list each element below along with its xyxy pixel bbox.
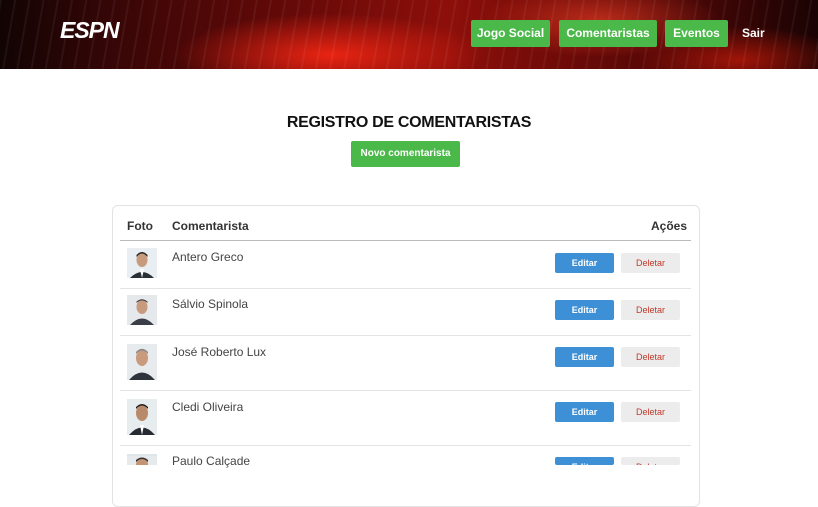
list-item-name: Antero Greco: [172, 250, 244, 264]
avatar: [127, 295, 157, 325]
edit-button[interactable]: Editar: [555, 300, 614, 320]
column-header-actions: Ações: [651, 219, 688, 233]
avatar: [127, 344, 157, 380]
nav-jogo-social[interactable]: Jogo Social: [471, 20, 550, 47]
edit-button[interactable]: Editar: [555, 457, 614, 465]
svg-text:ESPN: ESPN: [60, 18, 120, 42]
list-item-name: Paulo Calçade: [172, 454, 251, 468]
edit-button[interactable]: Editar: [555, 402, 614, 422]
nav-comentaristas[interactable]: Comentaristas: [559, 20, 657, 47]
list-item-name: Cledi Oliveira: [172, 400, 244, 414]
delete-button[interactable]: Deletar: [621, 253, 680, 273]
row-divider: [120, 390, 691, 391]
delete-button[interactable]: Deletar: [621, 300, 680, 320]
new-commentator-button[interactable]: Novo comentarista: [351, 141, 460, 167]
page-title: REGISTRO DE COMENTARISTAS: [286, 114, 532, 131]
nav-eventos[interactable]: Eventos: [665, 20, 728, 47]
list-item-name: Sálvio Spinola: [172, 297, 249, 311]
delete-button[interactable]: Deletar: [621, 402, 680, 422]
edit-button[interactable]: Editar: [555, 253, 614, 273]
header-divider: [120, 240, 691, 241]
header-banner: ESPN Jogo Social Comentaristas Eventos S…: [0, 0, 818, 69]
avatar: [127, 454, 157, 465]
avatar: [127, 399, 157, 435]
delete-button[interactable]: Deletar: [621, 347, 680, 367]
row-divider: [120, 288, 691, 289]
list-item-name: José Roberto Lux: [172, 345, 267, 359]
column-header-photo: Foto: [127, 219, 153, 233]
delete-button[interactable]: Deletar: [621, 457, 680, 465]
column-header-commentator: Comentarista: [172, 219, 249, 233]
edit-button[interactable]: Editar: [555, 347, 614, 367]
logout-link[interactable]: Sair: [742, 20, 765, 47]
row-divider: [120, 445, 691, 446]
row-divider: [120, 335, 691, 336]
espn-logo[interactable]: ESPN: [60, 18, 142, 42]
avatar: [127, 248, 157, 278]
